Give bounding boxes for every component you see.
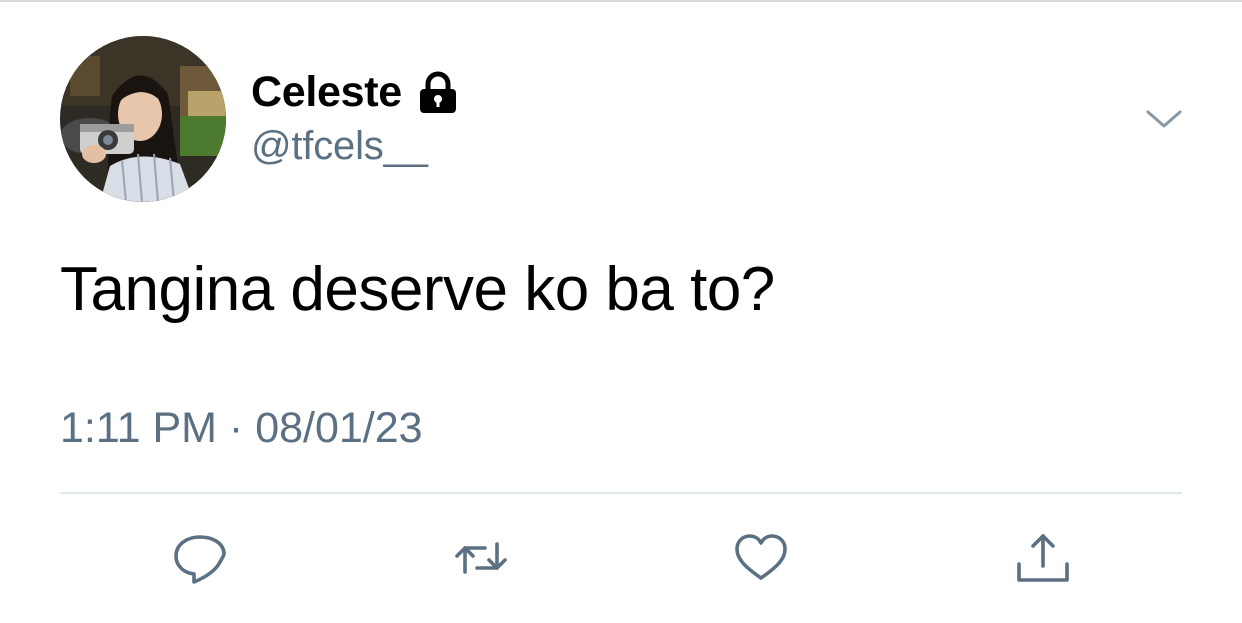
avatar[interactable] — [60, 36, 226, 202]
retweet-icon — [455, 542, 507, 574]
tweet-text: Tangina deserve ko ba to? — [60, 255, 775, 324]
reply-button[interactable] — [170, 528, 230, 588]
share-button[interactable] — [1013, 528, 1073, 588]
divider — [60, 492, 1182, 494]
reply-icon — [174, 535, 226, 584]
lock-icon — [416, 70, 460, 114]
like-button[interactable] — [731, 528, 791, 588]
author-name-row[interactable]: Celeste — [251, 66, 460, 118]
meta-separator: · — [228, 404, 244, 452]
avatar-photo — [60, 36, 226, 202]
share-icon — [1017, 534, 1069, 582]
author-display-name[interactable]: Celeste — [251, 68, 402, 117]
top-border — [0, 0, 1242, 2]
tweet-timestamp[interactable]: 1:11 PM · 08/01/23 — [60, 404, 423, 453]
heart-icon — [735, 534, 787, 580]
author-handle[interactable]: @tfcels__ — [251, 124, 428, 169]
retweet-button[interactable] — [451, 528, 511, 588]
tweet-time: 1:11 PM — [60, 404, 217, 452]
chevron-down-icon[interactable] — [1144, 104, 1184, 134]
tweet-date: 08/01/23 — [255, 404, 423, 452]
